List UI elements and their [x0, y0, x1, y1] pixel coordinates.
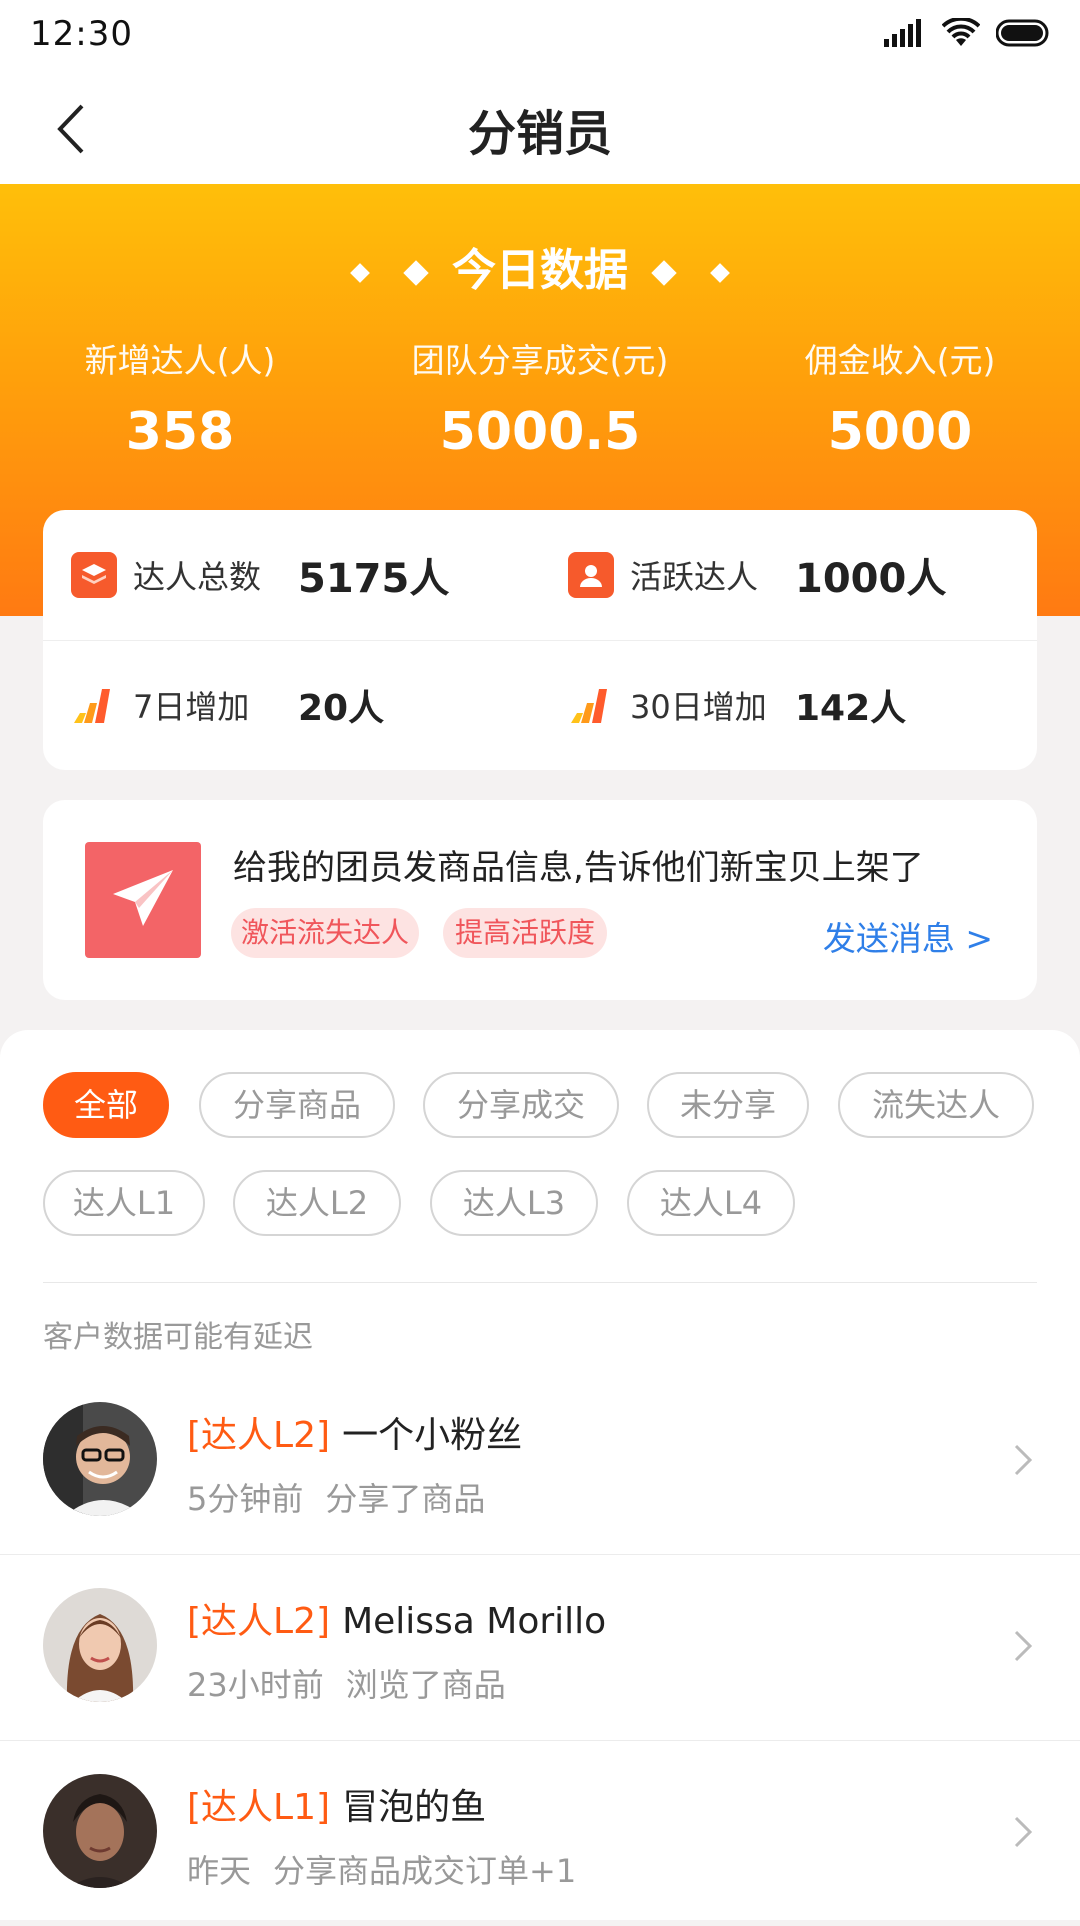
- chevron-right-icon: [1014, 1630, 1033, 1662]
- bar-growth-icon: [568, 682, 614, 728]
- stat-label: 新增达人(人): [84, 341, 276, 380]
- summary-7day: 7日增加 20人: [43, 640, 540, 770]
- user-icon: [568, 552, 614, 598]
- layers-icon: [71, 552, 117, 598]
- diamond-icon: [709, 263, 730, 283]
- member-activity: 5分钟前 分享了商品: [187, 1474, 485, 1520]
- summary-total: 达人总数 5175人: [43, 510, 540, 640]
- summary-value: 1000人: [795, 556, 947, 602]
- member-title: [达人L2] Melissa Morillo: [187, 1592, 606, 1644]
- today-stat-new-talent: 新增达人(人) 358: [0, 334, 360, 462]
- bar-growth-icon: [71, 682, 117, 728]
- member-title: [达人L2] 一个小粉丝: [187, 1406, 522, 1458]
- filter-chip-l4[interactable]: 达人L4: [627, 1170, 795, 1236]
- stat-value: 5000.5: [439, 402, 641, 462]
- page-title: 分销员: [467, 106, 612, 162]
- member-level: [达人L2]: [187, 1415, 331, 1456]
- today-data-title: 今日数据: [452, 245, 628, 296]
- member-level: [达人L2]: [187, 1601, 331, 1642]
- summary-active: 活跃达人 1000人: [540, 510, 1037, 640]
- tag-reactivate: 激活流失达人: [231, 908, 419, 958]
- stat-value: 5000: [827, 402, 973, 462]
- member-activity: 昨天 分享商品成交订单+1: [187, 1846, 576, 1892]
- wifi-icon: [942, 18, 980, 46]
- filter-chip-lost[interactable]: 流失达人: [838, 1072, 1034, 1138]
- battery-icon: [996, 19, 1049, 47]
- today-data-title-wrap: 今日数据: [0, 234, 1080, 298]
- message-description: 给我的团员发商品信息,告诉他们新宝贝上架了: [233, 848, 924, 888]
- diamond-icon: [651, 260, 678, 286]
- summary-label: 达人总数: [133, 558, 262, 596]
- filter-chip-share-goods[interactable]: 分享商品: [199, 1072, 395, 1138]
- member-row[interactable]: [达人L1] 冒泡的鱼 昨天 分享商品成交订单+1: [0, 1740, 1080, 1926]
- send-message-card[interactable]: 给我的团员发商品信息,告诉他们新宝贝上架了 激活流失达人 提高活跃度 发送消息 …: [43, 800, 1037, 1000]
- member-row[interactable]: [达人L2] Melissa Morillo 23小时前 浏览了商品: [0, 1554, 1080, 1741]
- filter-chip-all[interactable]: 全部: [43, 1072, 169, 1138]
- activity-time: 昨天: [187, 1852, 252, 1890]
- summary-row: 达人总数 5175人 活跃达人 1000人: [43, 510, 1037, 641]
- avatar: [43, 1588, 157, 1702]
- filter-chip-l2[interactable]: 达人L2: [233, 1170, 401, 1236]
- stat-value: 358: [125, 402, 235, 462]
- signal-icon: [884, 19, 921, 47]
- member-name: Melissa Morillo: [342, 1601, 607, 1642]
- today-stat-team-sales: 团队分享成交(元) 5000.5: [360, 334, 720, 462]
- summary-label: 活跃达人: [630, 558, 759, 596]
- status-bar: 12:30: [0, 0, 1080, 74]
- activity-action: 分享商品成交订单+1: [273, 1852, 577, 1890]
- filter-chip-share-deal[interactable]: 分享成交: [423, 1072, 619, 1138]
- activity-time: 5分钟前: [187, 1480, 304, 1518]
- status-icons: [884, 18, 1050, 48]
- member-name: 一个小粉丝: [342, 1415, 523, 1456]
- summary-value: 20人: [298, 688, 385, 729]
- stat-label: 佣金收入(元): [804, 341, 996, 380]
- paper-plane-icon: [85, 842, 201, 958]
- filter-chip-l1[interactable]: 达人L1: [43, 1170, 205, 1236]
- summary-value: 142人: [795, 688, 907, 729]
- divider: [43, 1282, 1037, 1283]
- member-row[interactable]: [达人L2] 一个小粉丝 5分钟前 分享了商品: [0, 1368, 1080, 1555]
- stat-label: 团队分享成交(元): [411, 341, 669, 380]
- avatar: [43, 1774, 157, 1888]
- tag-improve-activity: 提高活跃度: [443, 908, 607, 958]
- summary-label: 30日增加: [630, 688, 767, 726]
- activity-time: 23小时前: [187, 1666, 324, 1704]
- chevron-right-icon: [1014, 1816, 1033, 1848]
- summary-30day: 30日增加 142人: [540, 640, 1037, 770]
- today-stats: 新增达人(人) 358 团队分享成交(元) 5000.5 佣金收入(元) 500…: [0, 334, 1080, 462]
- member-level: [达人L1]: [187, 1787, 331, 1828]
- filter-chip-l3[interactable]: 达人L3: [430, 1170, 598, 1236]
- filter-chip-not-shared[interactable]: 未分享: [647, 1072, 809, 1138]
- activity-action: 浏览了商品: [345, 1666, 506, 1704]
- diamond-icon: [350, 263, 371, 283]
- summary-value: 5175人: [298, 556, 450, 602]
- today-stat-commission: 佣金收入(元) 5000: [720, 334, 1080, 462]
- summary-row: 7日增加 20人 30日增加 142人: [43, 640, 1037, 770]
- avatar: [43, 1402, 157, 1516]
- member-list-panel: 全部 分享商品 分享成交 未分享 流失达人 达人L1 达人L2 达人L3 达人L…: [0, 1030, 1080, 1920]
- activity-action: 分享了商品: [325, 1480, 486, 1518]
- member-title: [达人L1] 冒泡的鱼: [187, 1778, 486, 1830]
- diamond-icon: [402, 260, 429, 286]
- talent-summary-card: 达人总数 5175人 活跃达人 1000人 7日增加 20人 30日增加 142…: [43, 510, 1037, 770]
- status-time: 12:30: [30, 14, 133, 54]
- member-activity: 23小时前 浏览了商品: [187, 1660, 506, 1706]
- send-message-link[interactable]: 发送消息 >: [823, 912, 993, 960]
- nav-bar: 分销员: [0, 74, 1080, 184]
- chevron-right-icon: [1014, 1444, 1033, 1476]
- data-delay-notice: 客户数据可能有延迟: [43, 1320, 313, 1355]
- member-name: 冒泡的鱼: [342, 1787, 487, 1828]
- summary-label: 7日增加: [133, 688, 250, 726]
